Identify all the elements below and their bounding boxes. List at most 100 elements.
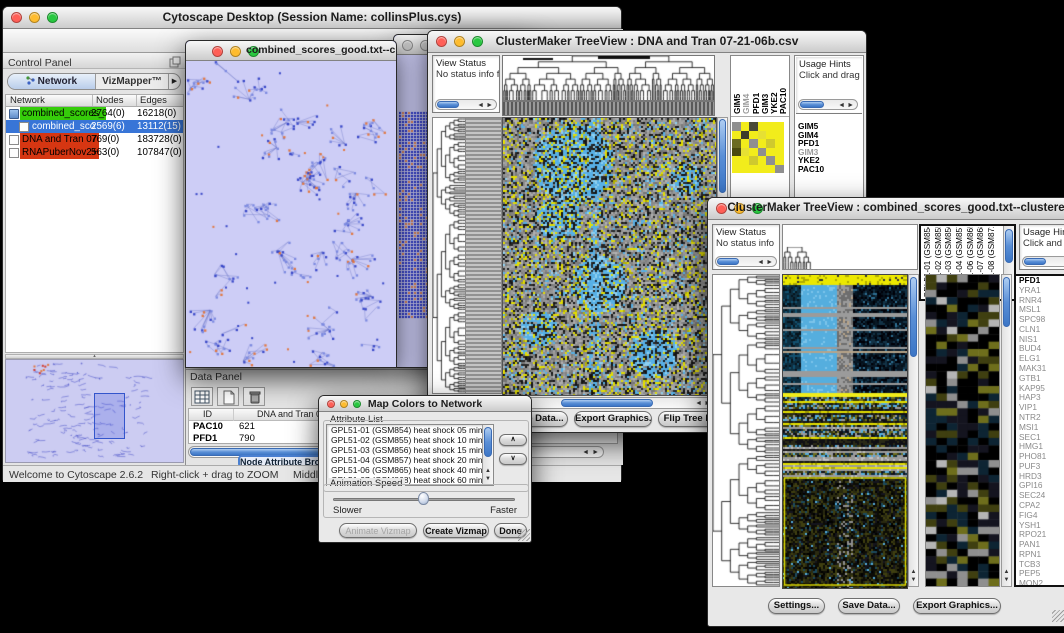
tv1-column-label[interactable]: PAC10 [779, 58, 787, 114]
doc-icon [9, 135, 19, 145]
tv1-export-graphics-button[interactable]: Export Graphics... [574, 411, 652, 427]
attribute-item[interactable]: GPL51-06 (GSM865) heat shock 40 min [327, 465, 493, 475]
main-titlebar[interactable]: Cytoscape Desktop (Session Name: collins… [3, 7, 621, 29]
tv2-gene-list-panel[interactable]: PFD1YRA1RNR4MSL1SPC98CLN1NIS1BUD4ELG1MAK… [1014, 274, 1064, 587]
network-row-label[interactable]: RNAPuberNov2+ [20, 146, 99, 159]
tv2-export-graphics-button[interactable]: Export Graphics... [913, 598, 1001, 614]
mini-heatmap-cell [775, 148, 784, 157]
mini-heatmap-cell [732, 122, 741, 131]
network-row-nodes: 563(0) [91, 146, 119, 159]
move-up-button[interactable]: ∧ [499, 434, 527, 446]
dialog-resize-grip[interactable] [518, 529, 530, 541]
tab-vizmapper[interactable]: VizMapper™ [96, 74, 168, 89]
tv2-column-dendrogram[interactable] [782, 224, 918, 270]
network-row[interactable]: combined_sco2569(6)13112(15) [6, 120, 183, 133]
mini-heatmap-cell [758, 122, 767, 131]
col-edges[interactable]: Edges [136, 95, 167, 106]
network-row-edges: 13112(15) [137, 120, 181, 133]
new-document-icon[interactable] [217, 387, 239, 406]
mini-heatmap-cell [758, 139, 767, 148]
network-window-titlebar[interactable]: combined_scores_good.txt--cluste... [186, 41, 396, 61]
control-panel-header: Control Panel [3, 53, 185, 69]
control-panel-title: Control Panel [3, 57, 72, 69]
network-row-label[interactable]: combined_sco [30, 120, 97, 133]
tv1-status-scrollbar[interactable]: ◄► [435, 99, 497, 110]
close-icon[interactable] [402, 40, 413, 51]
attribute-item[interactable]: GPL51-04 (GSM857) heat shock 20 min [327, 455, 493, 465]
mini-heatmap-cell [766, 165, 775, 174]
tv2-heatmap-vscroll[interactable]: ▲▼ [908, 274, 919, 587]
tv2-usage-hints: Usage Hints Click and [1019, 224, 1064, 270]
mini-heatmap-cell [766, 139, 775, 148]
attribute-listbox[interactable]: GPL51-01 (GSM854) heat shock 05 minGPL51… [326, 424, 494, 486]
tv1-column-label[interactable]: YKE2 [770, 58, 778, 114]
treeview2-titlebar[interactable]: ClusterMaker TreeView : combined_scores_… [708, 198, 1064, 220]
dense-network-canvas[interactable] [399, 111, 429, 319]
dialog-title: Map Colors to Network [319, 396, 531, 411]
network-row-label[interactable]: DNA and Tran 07 [20, 133, 99, 146]
mini-heatmap-cell [758, 165, 767, 174]
tv2-status-scrollbar[interactable]: ◄► [715, 256, 777, 267]
tv1-column-label[interactable]: PFD1 [752, 58, 760, 114]
folder-icon [9, 109, 19, 119]
tv2-usage-scrollbar[interactable] [1022, 256, 1064, 267]
tv2-resize-grip[interactable] [1052, 610, 1064, 622]
animation-slider-thumb[interactable] [418, 492, 429, 505]
tv1-usage-hints: Usage Hints Click and drag to ◄► [796, 57, 862, 114]
tv2-row-dendrogram[interactable] [712, 274, 780, 587]
animate-vizmap-button[interactable]: Animate Vizmap [339, 523, 417, 538]
tv2-zoom-panel[interactable] [925, 274, 1000, 587]
birdseye-viewport-rect[interactable] [94, 393, 125, 439]
tv1-heatmap-hscroll[interactable]: ◄► [502, 397, 715, 409]
tv2-save-data-button[interactable]: Save Data... [838, 598, 900, 614]
mini-heatmap-cell [775, 122, 784, 131]
tab-network[interactable]: Network [8, 74, 96, 89]
mini-heatmap-cell [732, 165, 741, 174]
attribute-item[interactable]: GPL51-01 (GSM854) heat shock 05 min [327, 425, 493, 435]
mini-heatmap-cell [758, 131, 767, 140]
network-row[interactable]: DNA and Tran 07769(0)183728(0) [6, 133, 183, 146]
col-nodes[interactable]: Nodes [92, 95, 123, 106]
float-panel-icon[interactable] [169, 55, 181, 73]
treeview1-titlebar[interactable]: ClusterMaker TreeView : DNA and Tran 07-… [428, 31, 866, 53]
tv1-column-label[interactable]: GIM5 [733, 58, 741, 114]
tv1-column-label[interactable]: GIM3 [761, 58, 769, 114]
mini-heatmap-cell [758, 148, 767, 157]
gene-label[interactable]: MON2 [1016, 579, 1064, 587]
tv2-heatmap[interactable] [782, 274, 908, 589]
network-list: combined_scores_2764(0)16218(0)combined_… [5, 107, 184, 353]
tv2-settings-button[interactable]: Settings... [768, 598, 825, 614]
network-table-header: Network Nodes Edges [5, 94, 184, 107]
tv1-mini-heatmap[interactable] [732, 122, 784, 173]
move-down-button[interactable]: ∨ [499, 453, 527, 465]
mini-heatmap-cell [775, 156, 784, 165]
attribute-item[interactable]: GPL51-02 (GSM855) heat shock 10 min [327, 435, 493, 445]
tv1-column-dendrogram[interactable] [502, 55, 715, 101]
network-row[interactable]: combined_scores_2764(0)16218(0) [6, 107, 183, 120]
network-window-title: combined_scores_good.txt--cluste... [186, 41, 396, 60]
tv2-zoom-vscroll[interactable]: ▲▼ [1001, 274, 1012, 587]
attribute-item[interactable]: GPL51-03 (GSM856) heat shock 15 min [327, 445, 493, 455]
mini-heatmap-cell [732, 139, 741, 148]
tabs-more-button[interactable]: ▶ [168, 74, 180, 89]
table-view-icon[interactable] [191, 387, 213, 406]
network-canvas[interactable] [186, 61, 396, 367]
mini-heatmap-cell [766, 122, 775, 131]
dialog-titlebar[interactable]: Map Colors to Network [319, 396, 531, 412]
trash-icon[interactable] [243, 387, 265, 406]
tv1-column-labels: GIM5GIM4PFD1GIM3YKE2PAC10 [733, 58, 788, 114]
birdseye-view[interactable] [5, 359, 184, 463]
network-view-window: combined_scores_good.txt--cluste... [185, 40, 397, 368]
tv1-row-label[interactable]: PAC10 [798, 165, 824, 174]
id-column-header[interactable]: ID [203, 409, 212, 419]
create-vizmap-button[interactable]: Create Vizmap [423, 523, 489, 538]
tv1-usage-scrollbar[interactable]: ◄► [798, 99, 858, 110]
tv1-row-dendrogram[interactable] [432, 117, 466, 394]
col-network[interactable]: Network [10, 95, 45, 106]
network-row[interactable]: RNAPuberNov2+563(0)107847(0) [6, 146, 183, 159]
doc-icon [19, 122, 29, 132]
tv1-column-label[interactable]: GIM4 [742, 58, 750, 114]
tv1-heatmap[interactable] [502, 117, 717, 396]
attribute-list-scrollbar[interactable]: ▲▼ [482, 425, 493, 485]
control-panel-tabs: Network VizMapper™ ▶ [7, 73, 181, 90]
